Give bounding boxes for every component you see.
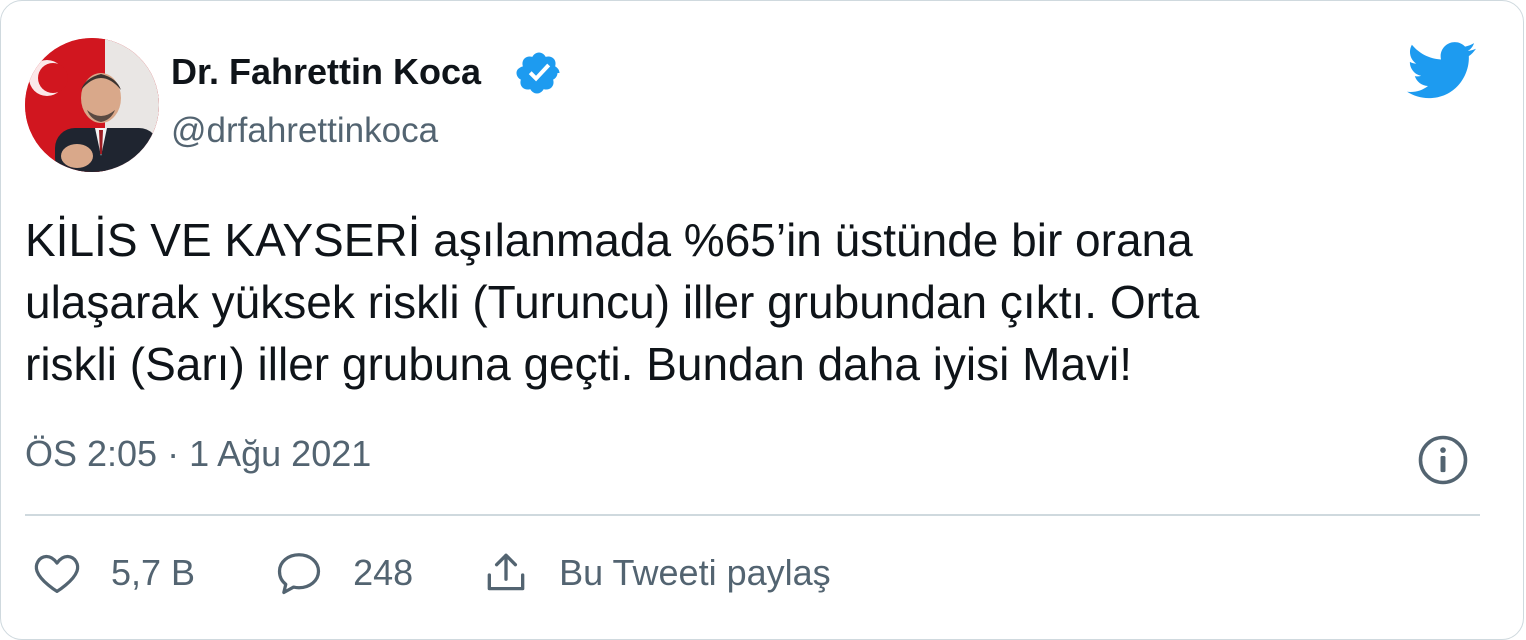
divider: [25, 514, 1480, 516]
info-icon[interactable]: [1416, 433, 1470, 487]
author-handle[interactable]: @drfahrettinkoca: [171, 111, 438, 151]
action-bar: 5,7 B 248 Bu Tweeti paylaş: [31, 546, 831, 600]
speech-bubble-icon: [277, 553, 321, 595]
verified-badge-icon: [516, 52, 560, 94]
like-count: 5,7 B: [111, 552, 196, 593]
avatar-photo: [25, 38, 159, 172]
reply-button[interactable]: 248: [273, 547, 413, 599]
like-button[interactable]: 5,7 B: [31, 547, 195, 599]
avatar[interactable]: [25, 38, 159, 172]
share-label: Bu Tweeti paylaş: [559, 552, 831, 593]
tweet-card: Dr. Fahrettin Koca @drfahrettinkoca KİLİ…: [0, 0, 1524, 640]
tweet-timestamp[interactable]: ÖS 2:05 · 1 Ağu 2021: [25, 433, 371, 475]
author-name[interactable]: Dr. Fahrettin Koca: [171, 51, 481, 93]
heart-icon: [34, 554, 80, 594]
twitter-bird-icon[interactable]: [1407, 41, 1477, 101]
share-button[interactable]: Bu Tweeti paylaş: [481, 548, 831, 598]
tweet-text: KİLİS VE KAYSERİ aşılanmada %65’in üstün…: [25, 214, 1200, 390]
share-upload-icon: [487, 553, 525, 591]
reply-count: 248: [353, 552, 414, 593]
